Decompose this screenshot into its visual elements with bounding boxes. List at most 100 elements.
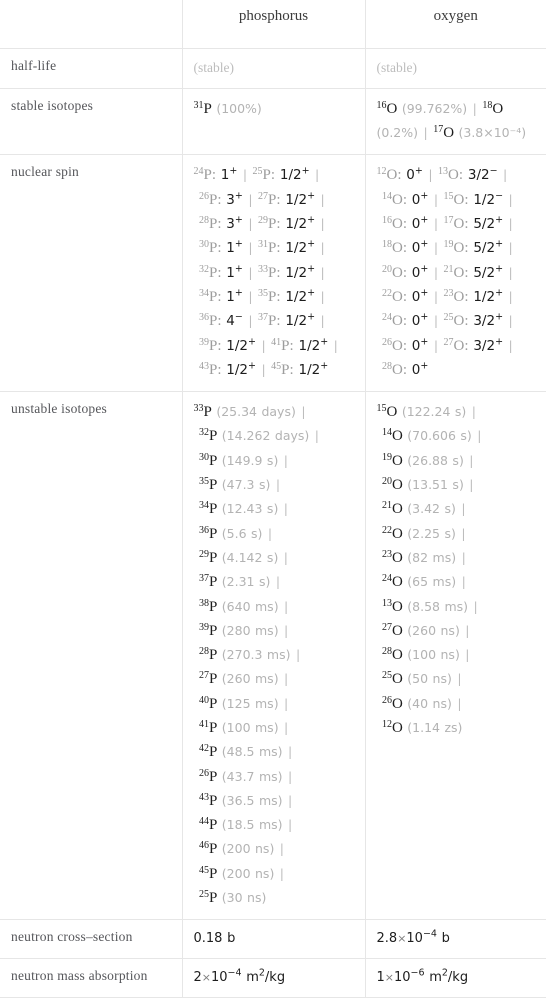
unstable-isotope-entry: 25P (30 ns)	[198, 888, 267, 906]
isotope-mass-number: 28	[381, 645, 392, 657]
isotope-mass-number: 36	[198, 524, 209, 536]
unstable-isotope-entry: 27P (260 ms)	[199, 671, 279, 688]
spin-value: 0+	[407, 336, 429, 354]
table-header-row: phosphorus oxygen	[0, 0, 546, 49]
spin-value: 1+	[221, 287, 243, 305]
unstable-isotopes-phosphorus: 33P (25.34 days) | 32P (14.262 days) | 3…	[181, 391, 366, 921]
isotope-mass-number: 37	[258, 312, 269, 324]
nuclear-spin-entry: 31P: 1/2+	[258, 238, 316, 257]
isotope-halflife: (26.88 s)	[402, 452, 464, 468]
element-symbol: P	[208, 792, 218, 809]
nuclear-spin-entry: 15O: 1/2−	[444, 191, 504, 208]
element-symbol: P	[208, 744, 218, 761]
nuclear-spin-entry: 23O: 1/2+	[443, 287, 504, 305]
isotope-mass-number: 42	[198, 743, 209, 755]
isotope-mass-number: 22	[381, 287, 392, 299]
spin-colon: :	[464, 191, 469, 208]
isotope-mass-number: 34	[198, 500, 209, 512]
isotope-mass-number: 24	[193, 166, 204, 178]
cross-section-oxygen-value: 2.8×10−4 b	[376, 929, 450, 947]
half-life-oxygen: (stable)	[364, 48, 546, 89]
nuclear-spin-entry: 29P: 1/2+	[258, 215, 315, 232]
isotope-mass-number: 21	[443, 263, 454, 275]
isotope-halflife: (30 ns)	[217, 890, 267, 906]
isotope-halflife: (82 ms)	[402, 549, 457, 565]
element-symbol: O	[453, 313, 465, 330]
isotope-halflife: (122.24 s)	[397, 404, 467, 420]
list-separator: |	[243, 288, 258, 304]
isotope-mass-number: 31	[193, 99, 204, 111]
unstable-isotope-entry: 44P (18.5 ms)	[199, 817, 283, 834]
spin-value: 1/2+	[293, 336, 329, 354]
nuclear-spin-entry: 28P: 3+	[199, 214, 243, 233]
element-symbol: O	[391, 574, 403, 591]
isotope-halflife: (40 ns)	[402, 695, 452, 711]
neutron-cross-section-oxygen: 2.8×10−4 b	[364, 919, 546, 960]
row-label-neutron-cross-section: neutron cross–section	[0, 919, 183, 960]
mass-absorption-oxygen: 1×10−6 m2/kg	[364, 958, 546, 998]
unstable-isotope-entry: 26P (43.7 ms)	[199, 768, 283, 785]
element-symbol: O	[391, 337, 403, 354]
spin-value: 0+	[407, 360, 429, 378]
unstable-isotope-entry: 34P (12.43 s)	[198, 500, 278, 518]
spin-value: 0+	[407, 238, 429, 257]
header-corner-cell	[0, 0, 183, 49]
spin-colon: :	[464, 216, 469, 233]
isotope-halflife: (100 ns)	[402, 647, 460, 663]
half-life-phosphorus: (stable)	[181, 48, 366, 89]
spin-value: 1/2+	[280, 238, 316, 257]
spin-value: 3+	[221, 214, 243, 233]
unstable-isotope-entry: 27O (260 ns)	[382, 622, 460, 639]
isotope-halflife: (1.14 zs)	[402, 719, 463, 735]
nuclear-spin-entry: 24P: 1+	[193, 166, 238, 184]
isotope-properties-table: phosphorus oxygen half-life (stable) (st…	[0, 0, 546, 998]
isotope-mass-number: 14	[381, 427, 392, 439]
isotope-halflife: (50 ns)	[402, 671, 452, 687]
unstable-isotope-entry: 38P (640 ms)	[198, 597, 279, 615]
unstable-isotope-entry: 39P (280 ms)	[199, 622, 279, 639]
isotope-mass-number: 34	[198, 287, 209, 299]
isotope-mass-number: 24	[381, 573, 392, 585]
list-separator: |	[429, 337, 443, 353]
list-separator: |	[429, 240, 443, 256]
isotope-halflife: (4.142 s)	[217, 549, 279, 565]
isotope-mass-number: 40	[198, 694, 209, 706]
isotope-halflife: (36.5 ms)	[217, 792, 283, 808]
spin-colon: :	[464, 313, 469, 330]
isotope-mass-number: 43	[198, 791, 209, 803]
nuclear-spin-entry: 43P: 1/2+	[199, 361, 256, 378]
isotope-halflife: (200 ns)	[217, 841, 275, 857]
element-symbol: O	[391, 671, 403, 688]
spin-colon: :	[217, 240, 222, 257]
element-symbol: O	[391, 313, 403, 330]
element-symbol: P	[281, 361, 290, 378]
isotope-mass-number: 20	[381, 475, 392, 487]
isotope-mass-number: 16	[376, 99, 387, 111]
unstable-isotope-entry: 29P (4.142 s)	[199, 549, 279, 566]
isotope-mass-number: 25	[198, 888, 209, 900]
list-separator: |	[429, 313, 443, 329]
spin-value: 5/2+	[468, 214, 504, 233]
spin-colon: :	[276, 191, 281, 208]
isotope-mass-number: 38	[198, 597, 209, 609]
isotope-mass-number: 15	[376, 402, 387, 414]
element-symbol: O	[391, 477, 403, 494]
spin-colon: :	[217, 216, 222, 233]
nuclear-spin-entry: 28O: 0+	[382, 360, 429, 378]
unstable-isotope-entry: 33P (25.34 days)	[193, 402, 296, 420]
list-separator: |	[243, 240, 258, 256]
isotope-mass-number: 33	[193, 402, 204, 414]
unstable-isotope-entry: 30P (149.9 s)	[199, 452, 278, 469]
table-row-unstable-isotopes: unstable isotopes 33P (25.34 days) | 32P…	[0, 391, 546, 921]
isotope-halflife: (48.5 ms)	[217, 744, 283, 760]
spin-colon: :	[276, 264, 281, 281]
element-symbol: P	[208, 817, 218, 834]
element-symbol: O	[391, 549, 403, 566]
unstable-isotope-entry: 23O (82 ms)	[382, 549, 457, 566]
isotope-mass-number: 33	[258, 263, 269, 275]
isotope-mass-number: 23	[443, 287, 454, 299]
neutron-cross-section-phosphorus: 0.18 b	[181, 919, 366, 960]
cross-section-phosphorus-value: 0.18 b	[193, 931, 236, 947]
spin-colon: :	[276, 240, 281, 257]
isotope-mass-number: 17	[433, 124, 444, 135]
